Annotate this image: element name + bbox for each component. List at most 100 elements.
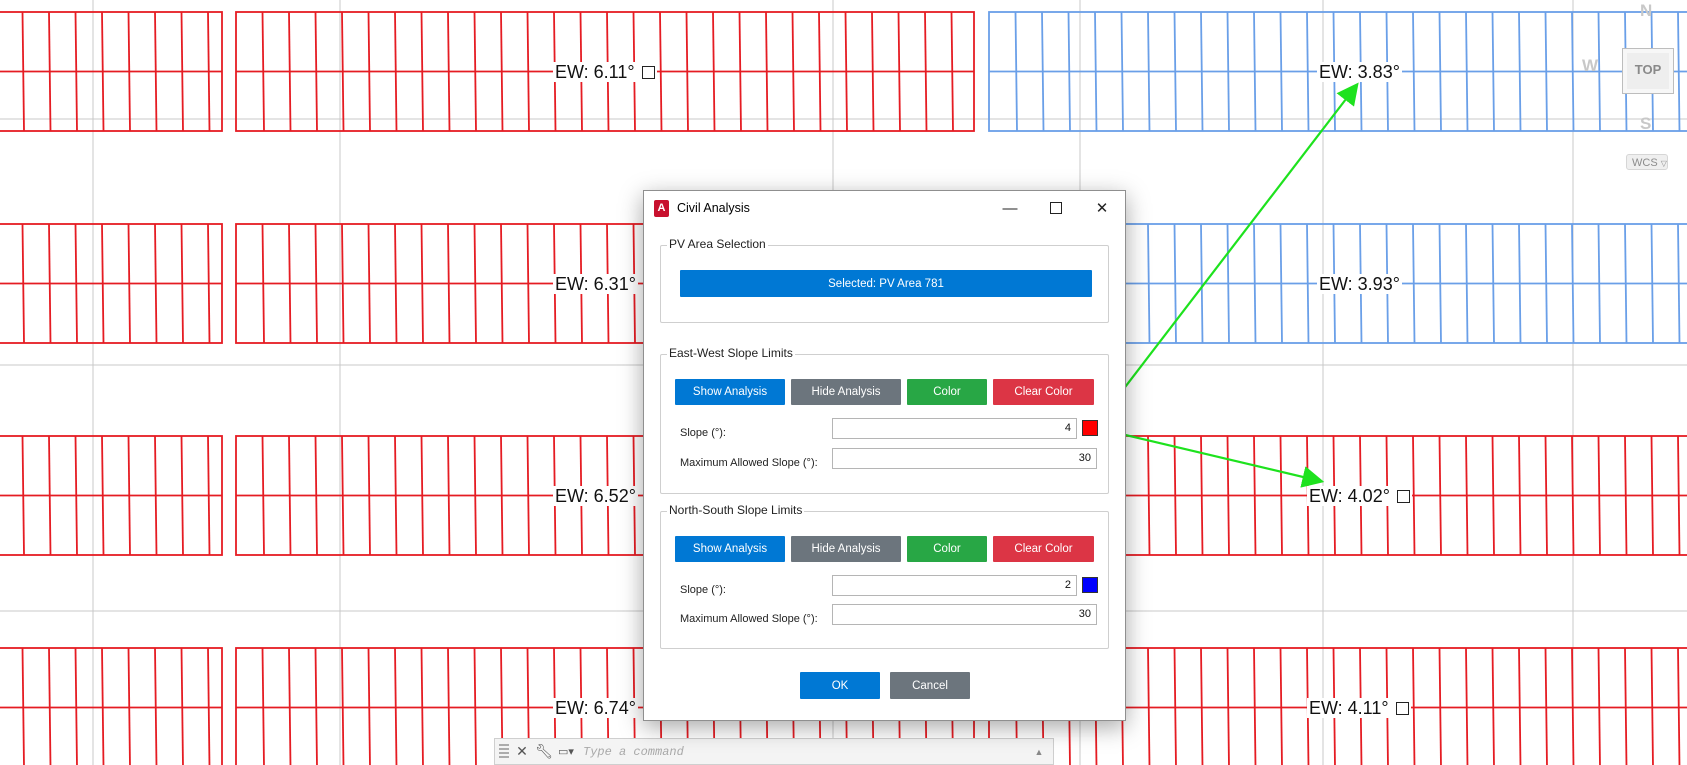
pv-panel-divider xyxy=(101,435,105,556)
pv-panel-divider xyxy=(261,11,265,132)
selected-pv-area-button[interactable]: Selected: PV Area 781 xyxy=(680,270,1092,297)
pv-panel-divider xyxy=(950,11,954,132)
pv-panel-divider xyxy=(871,11,875,132)
ns-color-swatch[interactable] xyxy=(1082,577,1098,593)
pv-panel-divider xyxy=(712,11,716,132)
ew-label-row3-left: EW: 6.52° xyxy=(553,486,638,506)
view-cube[interactable]: N W TOP S WCS ▽ xyxy=(1580,0,1687,180)
pv-panel-divider xyxy=(1147,435,1151,556)
ns-max-slope-label: Maximum Allowed Slope (°): xyxy=(680,613,818,625)
pv-panel-divider xyxy=(526,11,530,132)
pv-panel-divider xyxy=(74,435,78,556)
pv-panel-divider xyxy=(207,223,211,344)
pv-panel-divider xyxy=(1491,647,1495,765)
compass-north[interactable]: N xyxy=(1640,1,1652,21)
compass-south[interactable]: S xyxy=(1640,114,1651,134)
pv-panel-divider xyxy=(1120,11,1124,132)
pv-panel-divider xyxy=(367,11,371,132)
pv-panel-divider xyxy=(1597,435,1601,556)
compass-west[interactable]: W xyxy=(1582,56,1598,76)
north-south-group: North-South Slope Limits Show Analysis H… xyxy=(660,503,1109,649)
pv-panel-divider xyxy=(844,11,848,132)
ew-slope-input[interactable]: 4 xyxy=(832,418,1077,439)
pv-panel-divider xyxy=(367,647,371,765)
pv-panel-divider xyxy=(314,11,318,132)
ok-button[interactable]: OK xyxy=(800,672,880,699)
pv-panel-divider xyxy=(1147,11,1151,132)
wcs-menu[interactable]: WCS ▽ xyxy=(1626,154,1668,170)
chevron-up-icon[interactable]: ▲ xyxy=(1031,747,1047,757)
pv-panel-divider xyxy=(1200,11,1204,132)
north-south-legend: North-South Slope Limits xyxy=(667,503,805,517)
pv-panel-divider xyxy=(1147,223,1151,344)
ew-show-analysis-button[interactable]: Show Analysis xyxy=(675,379,785,405)
pv-panel-divider xyxy=(127,223,131,344)
ns-clear-color-button[interactable]: Clear Color xyxy=(993,536,1094,562)
pv-panel-divider xyxy=(1279,647,1283,765)
maximize-button[interactable] xyxy=(1033,191,1079,225)
pv-panel-divider xyxy=(1279,11,1283,132)
pv-panel-divider xyxy=(1544,11,1548,132)
pv-panel-divider xyxy=(685,11,689,132)
command-input[interactable]: Type a command xyxy=(583,745,1031,759)
view-cube-top-face[interactable]: TOP xyxy=(1622,48,1674,94)
ew-label-row1-right: EW: 3.83° xyxy=(1317,62,1402,82)
ew-color-button[interactable]: Color xyxy=(907,379,987,405)
pv-panel-divider xyxy=(1438,435,1442,556)
pv-panel-divider xyxy=(1041,11,1045,132)
ns-slope-input[interactable]: 2 xyxy=(832,575,1077,596)
wrench-icon[interactable]: 🔧︎ xyxy=(535,743,553,760)
pv-panel-divider xyxy=(341,11,345,132)
command-line[interactable]: ✕ 🔧︎ ▭▾ Type a command ▲ xyxy=(494,738,1054,765)
drag-handle-icon[interactable] xyxy=(499,743,509,760)
pv-panel-divider xyxy=(1624,647,1628,765)
label-box-icon xyxy=(1396,490,1410,503)
pv-panel-divider xyxy=(21,435,25,556)
pv-panel-divider xyxy=(1544,647,1548,765)
cancel-button[interactable]: Cancel xyxy=(890,672,970,699)
pv-panel-divider xyxy=(1253,11,1257,132)
pv-panel-divider xyxy=(288,223,292,344)
pv-panel-divider xyxy=(1624,435,1628,556)
pv-panel-divider xyxy=(341,647,345,765)
command-prompt-icon[interactable]: ▭▾ xyxy=(557,745,575,758)
ns-max-slope-input[interactable]: 30 xyxy=(832,604,1097,625)
pv-panel-divider xyxy=(207,11,211,132)
pv-panel-divider xyxy=(1491,11,1495,132)
pv-panel-divider xyxy=(394,223,398,344)
pv-panel-divider xyxy=(1226,223,1230,344)
pv-panel-divider xyxy=(1306,223,1310,344)
pv-panel-divider xyxy=(21,647,25,765)
ew-hide-analysis-button[interactable]: Hide Analysis xyxy=(791,379,901,405)
close-icon[interactable]: ✕ xyxy=(513,743,531,760)
east-west-group: East-West Slope Limits Show Analysis Hid… xyxy=(660,346,1109,494)
pv-panel-divider xyxy=(74,11,78,132)
pv-panel-divider xyxy=(261,435,265,556)
ew-label-row2-right: EW: 3.93° xyxy=(1317,274,1402,294)
pv-panel-divider xyxy=(1677,647,1681,765)
pv-panel-divider xyxy=(261,647,265,765)
ns-color-button[interactable]: Color xyxy=(907,536,987,562)
ns-show-analysis-button[interactable]: Show Analysis xyxy=(675,536,785,562)
pv-panel-divider xyxy=(473,223,477,344)
minimize-button[interactable]: — xyxy=(987,191,1033,225)
ew-max-slope-input[interactable]: 30 xyxy=(832,448,1097,469)
pv-panel-divider xyxy=(314,647,318,765)
pv-panel-divider xyxy=(1438,223,1442,344)
pv-panel-divider xyxy=(180,11,184,132)
pv-panel-divider xyxy=(1438,11,1442,132)
pv-panel-divider xyxy=(288,647,292,765)
close-button[interactable]: ✕ xyxy=(1079,191,1125,225)
pv-panel-divider xyxy=(1253,223,1257,344)
pv-panel-divider xyxy=(1147,647,1151,765)
ns-hide-analysis-button[interactable]: Hide Analysis xyxy=(791,536,901,562)
pv-panel-divider xyxy=(818,11,822,132)
ew-color-swatch[interactable] xyxy=(1082,420,1098,436)
ew-clear-color-button[interactable]: Clear Color xyxy=(993,379,1094,405)
pv-panel-divider xyxy=(1465,435,1469,556)
dialog-titlebar[interactable]: A Civil Analysis — ✕ xyxy=(644,191,1125,225)
pv-panel-divider xyxy=(1412,647,1416,765)
pv-panel-divider xyxy=(394,435,398,556)
pv-panel-divider xyxy=(420,223,424,344)
pv-panel-divider xyxy=(1226,11,1230,132)
